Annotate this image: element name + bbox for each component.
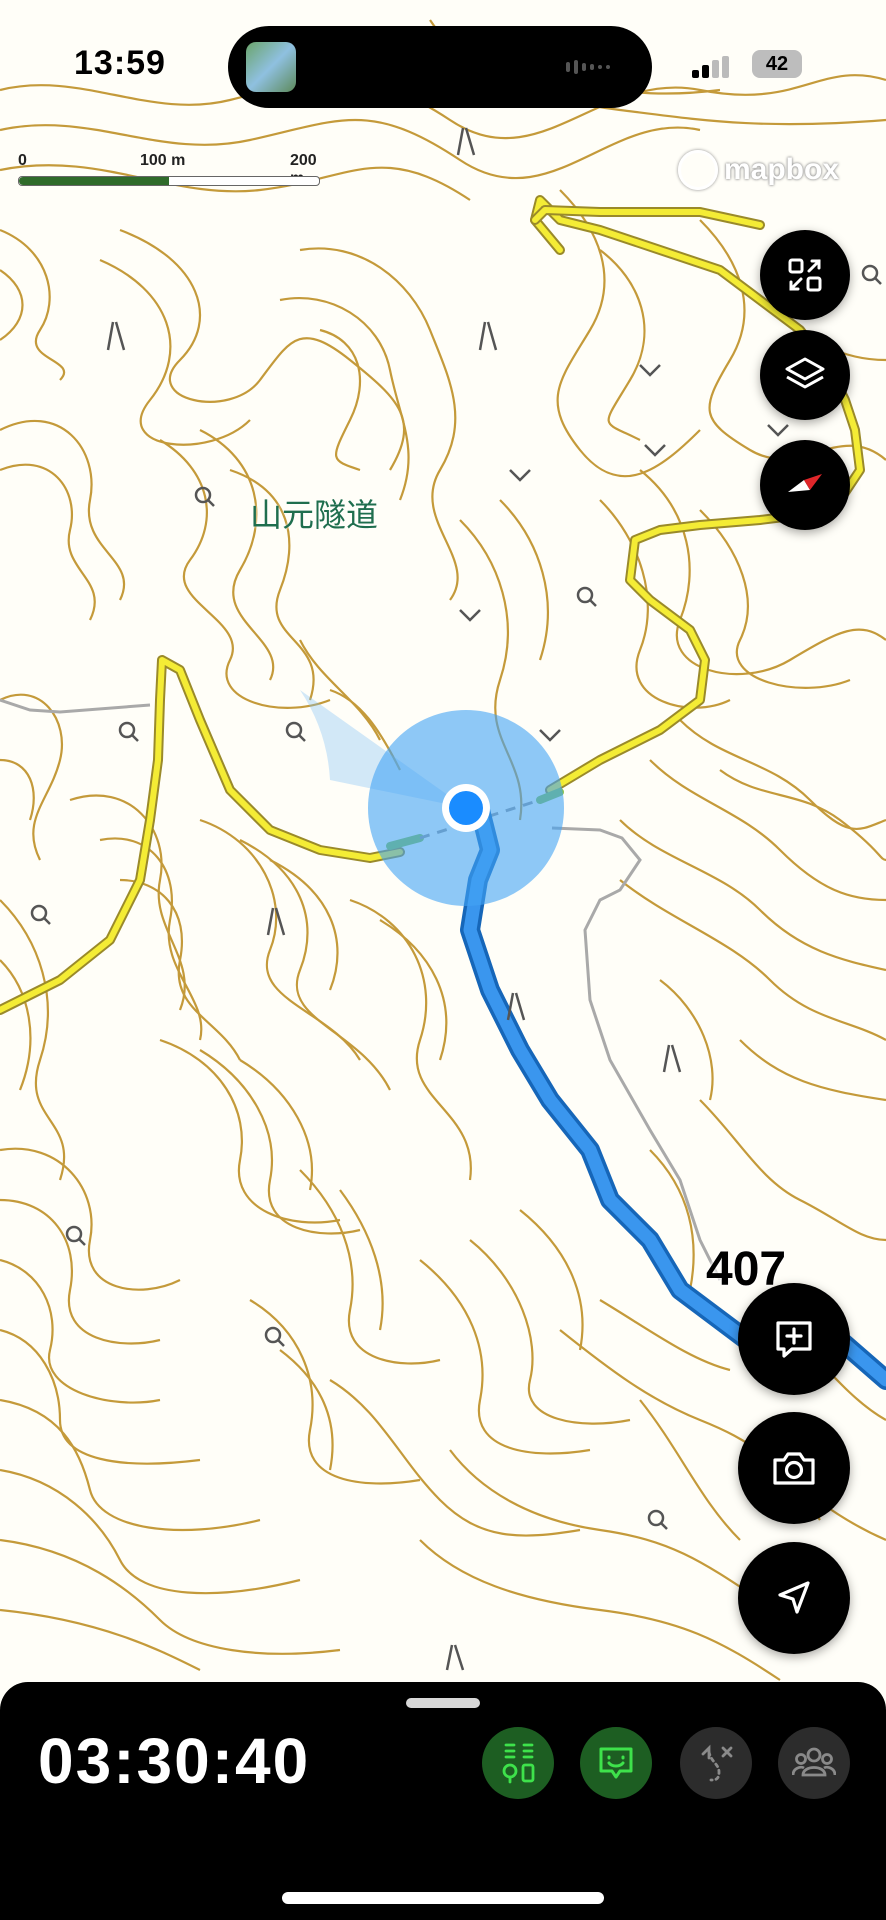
- add-note-icon: [776, 1321, 812, 1358]
- mapbox-attribution[interactable]: mapbox: [678, 150, 839, 190]
- status-time: 13:59: [74, 44, 166, 82]
- home-indicator[interactable]: [282, 1892, 604, 1904]
- camera-button[interactable]: [738, 1412, 850, 1524]
- group-button[interactable]: [778, 1727, 850, 1799]
- add-note-button[interactable]: [738, 1283, 850, 1395]
- mapbox-wordmark: mapbox: [724, 153, 840, 186]
- route-edit-icon: [701, 1744, 733, 1782]
- route-markers-icon: [502, 1743, 535, 1784]
- expand-icon: [788, 258, 822, 292]
- dynamic-island[interactable]: [228, 26, 652, 108]
- compass-icon: [788, 474, 822, 492]
- camera-icon: [773, 1452, 815, 1485]
- locate-button[interactable]: [738, 1542, 850, 1654]
- elapsed-time: 03:30:40: [38, 1725, 311, 1797]
- pin-chat-button[interactable]: [580, 1727, 652, 1799]
- layers-button[interactable]: [760, 330, 850, 420]
- location-arrow-icon: [778, 1581, 810, 1614]
- audio-wave-icon: [566, 60, 610, 74]
- scale-bar-track: [18, 176, 320, 186]
- cellular-signal-icon: [692, 56, 729, 78]
- compass-button[interactable]: [760, 440, 850, 530]
- place-name-label: 山元隧道: [250, 496, 379, 534]
- battery-indicator: 42: [752, 50, 802, 78]
- route-edit-button[interactable]: [680, 1727, 752, 1799]
- group-icon: [792, 1747, 836, 1777]
- scale-label-zero: 0: [18, 152, 27, 169]
- bottom-sheet[interactable]: 03:30:40: [0, 1682, 886, 1920]
- status-bar: 13:59 42: [0, 0, 886, 110]
- pin-chat-icon: [599, 1747, 633, 1779]
- layers-icon: [785, 357, 825, 389]
- scale-bar-fill: [19, 177, 169, 185]
- expand-button[interactable]: [760, 230, 850, 320]
- scale-bar: 0 100 m 200 m: [18, 152, 328, 192]
- scale-label-mid: 100 m: [140, 152, 186, 169]
- sheet-grabber[interactable]: [406, 1698, 480, 1708]
- mapbox-logo-icon: [678, 150, 718, 190]
- route-markers-button[interactable]: [482, 1727, 554, 1799]
- app-thumbnail-icon: [246, 42, 296, 92]
